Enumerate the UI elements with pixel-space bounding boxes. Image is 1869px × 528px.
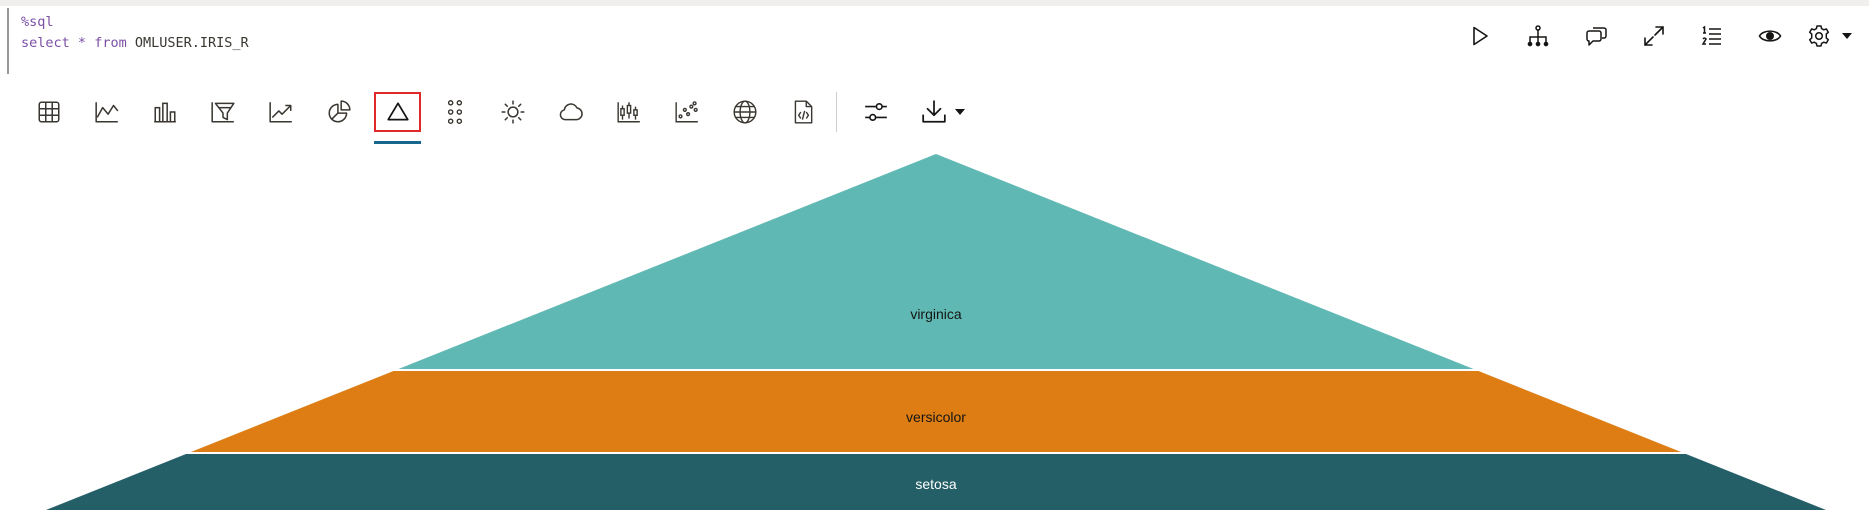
- eye-icon: [1758, 30, 1782, 42]
- play-icon: [1473, 26, 1488, 46]
- sql-table-name: OMLUSER.IRIS_R: [134, 35, 249, 51]
- paragraph-left-border: [7, 8, 9, 74]
- word-cloud-button[interactable]: [542, 92, 600, 132]
- line-numbers-button[interactable]: [1683, 20, 1741, 52]
- top-border: [0, 0, 1869, 6]
- download-button[interactable]: [905, 92, 963, 132]
- expand-arrows-icon: [1644, 26, 1664, 46]
- segment-label-virginica: virginica: [910, 306, 962, 322]
- code-editor[interactable]: %sql select * from OMLUSER.IRIS_R: [21, 12, 249, 54]
- expand-button[interactable]: [1625, 20, 1683, 52]
- sunburst-chart-button[interactable]: [484, 92, 542, 132]
- pie-chart-icon: [328, 100, 351, 123]
- pyramid-chart-button[interactable]: [374, 92, 421, 144]
- download-icon: [922, 100, 946, 123]
- paragraph-actions: [1451, 20, 1855, 52]
- map-chart-button[interactable]: [716, 92, 774, 132]
- visibility-button[interactable]: [1741, 20, 1799, 52]
- segment-label-versicolor: versicolor: [906, 409, 966, 425]
- sql-keyword-select: select: [21, 35, 70, 51]
- box-plot-button[interactable]: [600, 92, 658, 132]
- pyramid-chart: virginica versicolor setosa: [46, 154, 1826, 510]
- pyramid-icon: [386, 102, 409, 121]
- scatter-chart-button[interactable]: [658, 92, 716, 132]
- funnel-icon: [211, 102, 235, 123]
- settings-button[interactable]: [1799, 20, 1839, 52]
- hierarchy-icon: [1527, 25, 1549, 47]
- sunburst-icon: [501, 100, 525, 124]
- pyramid-segment-virginica[interactable]: [398, 154, 1474, 369]
- settings-sliders-icon: [865, 102, 887, 122]
- table-view-button[interactable]: [20, 92, 78, 132]
- visualization-settings-button[interactable]: [847, 92, 905, 132]
- toolbar-separator: [836, 92, 837, 132]
- word-cloud-icon: [559, 103, 583, 121]
- bar-chart-icon: [154, 102, 176, 123]
- sql-star: *: [77, 35, 87, 51]
- box-plot-icon: [617, 102, 640, 123]
- globe-icon: [733, 100, 757, 124]
- code-line-2: select * from OMLUSER.IRIS_R: [21, 33, 249, 54]
- dot-grid-icon: [447, 100, 463, 124]
- line-chart-icon: [95, 102, 119, 123]
- code-line-1: %sql: [21, 12, 249, 33]
- run-paragraph-button[interactable]: [1451, 20, 1509, 52]
- line-chart-button[interactable]: [78, 92, 136, 132]
- caret-down-icon: [1842, 33, 1852, 39]
- custom-code-button[interactable]: [774, 92, 832, 132]
- table-icon: [38, 101, 60, 123]
- sql-keyword-from: from: [94, 35, 127, 51]
- dependencies-button[interactable]: [1509, 20, 1567, 52]
- comments-button[interactable]: [1567, 20, 1625, 52]
- scatter-icon: [675, 101, 698, 123]
- visualization-toolbar: [20, 92, 969, 144]
- chat-bubbles-icon: [1586, 27, 1607, 46]
- settings-dropdown-caret[interactable]: [1839, 20, 1855, 52]
- bar-chart-button[interactable]: [136, 92, 194, 132]
- funnel-chart-button[interactable]: [194, 92, 252, 132]
- interpreter-directive: %sql: [21, 14, 54, 30]
- numbered-list-icon: [1701, 25, 1721, 45]
- segment-label-setosa: setosa: [915, 476, 956, 492]
- pie-chart-button[interactable]: [310, 92, 368, 132]
- gear-icon: [1808, 25, 1830, 47]
- trend-line-icon: [269, 102, 292, 123]
- code-file-icon: [794, 100, 813, 124]
- dot-grid-chart-button[interactable]: [426, 92, 484, 132]
- trend-chart-button[interactable]: [252, 92, 310, 132]
